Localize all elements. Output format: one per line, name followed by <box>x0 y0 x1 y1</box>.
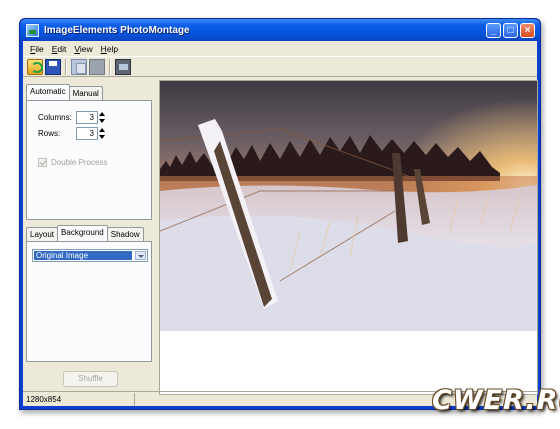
tab-automatic[interactable]: Automatic <box>26 84 70 100</box>
montage-image <box>160 81 537 331</box>
copy-icon[interactable] <box>71 58 87 75</box>
rows-spinner[interactable] <box>99 127 106 140</box>
toolbar-separator <box>109 58 111 75</box>
rows-label: Rows: <box>38 129 61 138</box>
image-canvas[interactable] <box>159 80 538 395</box>
double-process-checkbox[interactable] <box>38 158 47 167</box>
watermark-logo: CWER.RU <box>432 385 560 416</box>
tab-background[interactable]: Background <box>57 225 108 241</box>
app-icon[interactable] <box>26 23 39 37</box>
client-area: File Edit View Help Automatic Manual Col… <box>23 41 538 406</box>
menu-edit[interactable]: Edit <box>48 44 71 54</box>
toolbar <box>23 56 537 77</box>
winter-fence-photo <box>160 81 537 331</box>
menu-view[interactable]: View <box>70 44 96 54</box>
tab-shadow[interactable]: Shadow <box>106 227 144 241</box>
minimize-button[interactable]: _ <box>486 22 501 38</box>
background-select-value: Original Image <box>34 251 132 260</box>
menu-file[interactable]: File <box>26 44 48 54</box>
double-process-option[interactable]: Double Process <box>38 158 107 167</box>
rows-row: Rows: 3 <box>38 127 106 140</box>
background-panel: Original Image <box>26 241 152 362</box>
style-tabs: Layout Background Shadow <box>26 225 144 241</box>
columns-row: Columns: 3 <box>38 111 106 124</box>
app-window: ImageElements PhotoMontage _ □ × File Ed… <box>19 18 541 410</box>
save-icon[interactable] <box>45 58 61 75</box>
toolbar-separator <box>65 58 67 75</box>
settings-panel: Automatic Manual Columns: 3 Rows: 3 Doub… <box>23 78 157 390</box>
rows-input[interactable]: 3 <box>76 127 98 140</box>
menu-help[interactable]: Help <box>97 44 122 54</box>
image-dimensions: 1280x854 <box>23 392 135 406</box>
title-bar[interactable]: ImageElements PhotoMontage _ □ × <box>20 19 540 41</box>
window-title: ImageElements PhotoMontage <box>44 24 190 36</box>
paste-icon[interactable] <box>89 58 105 75</box>
image-icon[interactable] <box>115 58 131 75</box>
shuffle-button[interactable]: Shuffle <box>63 371 118 387</box>
columns-input[interactable]: 3 <box>76 111 98 124</box>
close-button[interactable]: × <box>520 22 535 38</box>
menu-bar: File Edit View Help <box>23 41 537 56</box>
tab-manual[interactable]: Manual <box>68 86 103 100</box>
double-process-label: Double Process <box>51 158 108 167</box>
open-icon[interactable] <box>27 58 43 75</box>
mode-tabs: Automatic Manual <box>26 84 103 100</box>
maximize-button[interactable]: □ <box>503 22 518 38</box>
background-select[interactable]: Original Image <box>32 249 148 262</box>
tab-layout[interactable]: Layout <box>26 227 59 241</box>
columns-spinner[interactable] <box>99 111 106 124</box>
chevron-down-icon[interactable] <box>135 251 146 260</box>
columns-label: Columns: <box>38 113 72 122</box>
automatic-panel: Columns: 3 Rows: 3 Double Process <box>26 100 152 220</box>
